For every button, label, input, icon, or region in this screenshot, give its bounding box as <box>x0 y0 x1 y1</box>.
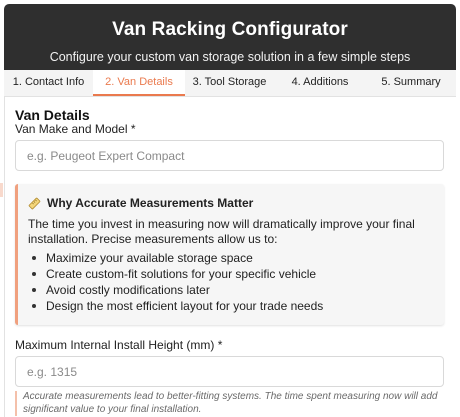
list-item: Create custom-fit solutions for your spe… <box>31 266 323 282</box>
section-title: Van Details <box>15 107 90 123</box>
install-height-label: Maximum Internal Install Height (mm) * <box>15 338 223 352</box>
step-content: Van Details Van Make and Model * Why Acc… <box>0 97 456 417</box>
ruler-icon <box>28 197 41 210</box>
tab-additions[interactable]: 4. Additions <box>274 70 366 96</box>
side-marker <box>0 183 3 197</box>
tab-tool-storage[interactable]: 3. Tool Storage <box>185 70 274 96</box>
measurement-hint: Accurate measurements lead to better-fit… <box>15 391 449 416</box>
info-heading: Why Accurate Measurements Matter <box>28 196 253 210</box>
info-body: The time you invest in measuring now wil… <box>28 217 415 246</box>
tab-van-details[interactable]: 2. Van Details <box>93 70 185 96</box>
list-item: Avoid costly modifications later <box>31 282 323 298</box>
list-item: Maximize your available storage space <box>31 250 323 266</box>
configurator-window: Van Racking Configurator Configure your … <box>0 0 460 417</box>
list-item: Design the most efficient layout for you… <box>31 298 323 314</box>
page-title: Van Racking Configurator <box>112 19 348 40</box>
step-tabs: 1. Contact Info 2. Van Details 3. Tool S… <box>4 70 456 97</box>
tab-summary[interactable]: 5. Summary <box>366 70 456 96</box>
info-bullet-list: Maximize your available storage space Cr… <box>31 250 323 314</box>
tab-contact-info[interactable]: 1. Contact Info <box>4 70 93 96</box>
info-heading-text: Why Accurate Measurements Matter <box>47 196 254 210</box>
van-make-label: Van Make and Model * <box>15 122 136 136</box>
measurement-info-box: Why Accurate Measurements Matter The tim… <box>15 184 444 325</box>
page-subtitle: Configure your custom van storage soluti… <box>49 50 411 64</box>
divider <box>4 97 5 417</box>
van-make-input[interactable] <box>15 140 444 171</box>
header: Van Racking Configurator Configure your … <box>4 4 456 70</box>
install-height-input[interactable] <box>15 356 444 387</box>
